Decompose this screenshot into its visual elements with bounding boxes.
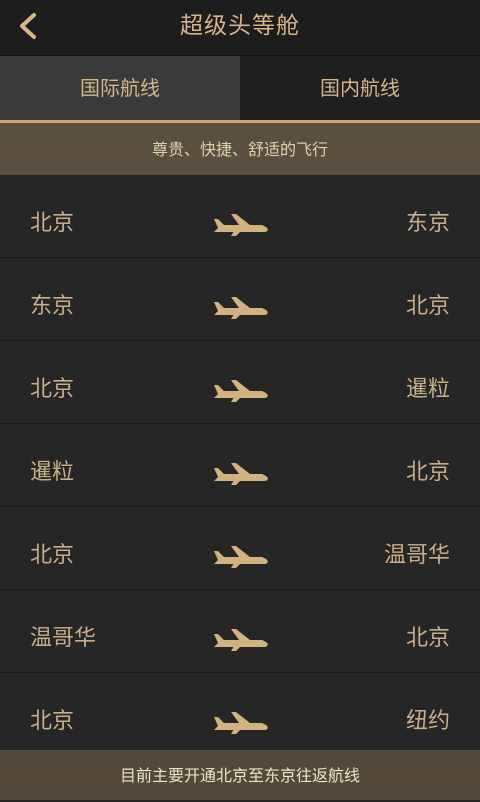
airplane-icon xyxy=(214,463,268,485)
route-item[interactable]: 北京 暹粒 xyxy=(0,341,480,424)
route-list: 北京 东京 东京 北京 北京 暹粒 暹粒 北京 北京 温哥华 温哥华 北京 北京… xyxy=(0,175,480,750)
top-bar: 超级头等舱 xyxy=(0,0,480,56)
route-item[interactable]: 北京 温哥华 xyxy=(0,507,480,590)
airplane-icon xyxy=(214,712,268,734)
airplane-icon xyxy=(214,546,268,568)
tab-international[interactable]: 国际航线 xyxy=(0,56,240,123)
page-title: 超级头等舱 xyxy=(180,13,300,39)
airplane-icon xyxy=(214,297,268,319)
tab-domestic[interactable]: 国内航线 xyxy=(240,56,480,123)
route-origin: 北京 xyxy=(30,709,75,734)
footer-notice: 目前主要开通北京至东京往返航线 xyxy=(0,750,480,800)
route-tabs: 国际航线 国内航线 xyxy=(0,56,480,123)
route-item[interactable]: 温哥华 北京 xyxy=(0,590,480,673)
route-item[interactable]: 北京 纽约 xyxy=(0,673,480,750)
airplane-icon xyxy=(214,214,268,236)
route-destination: 纽约 xyxy=(405,709,450,734)
airplane-icon xyxy=(214,629,268,651)
tagline-banner: 尊贵、快捷、舒适的飞行 xyxy=(0,123,480,175)
airplane-icon xyxy=(214,380,268,402)
route-item[interactable]: 暹粒 北京 xyxy=(0,424,480,507)
route-item[interactable]: 东京 北京 xyxy=(0,258,480,341)
route-item[interactable]: 北京 东京 xyxy=(0,175,480,258)
